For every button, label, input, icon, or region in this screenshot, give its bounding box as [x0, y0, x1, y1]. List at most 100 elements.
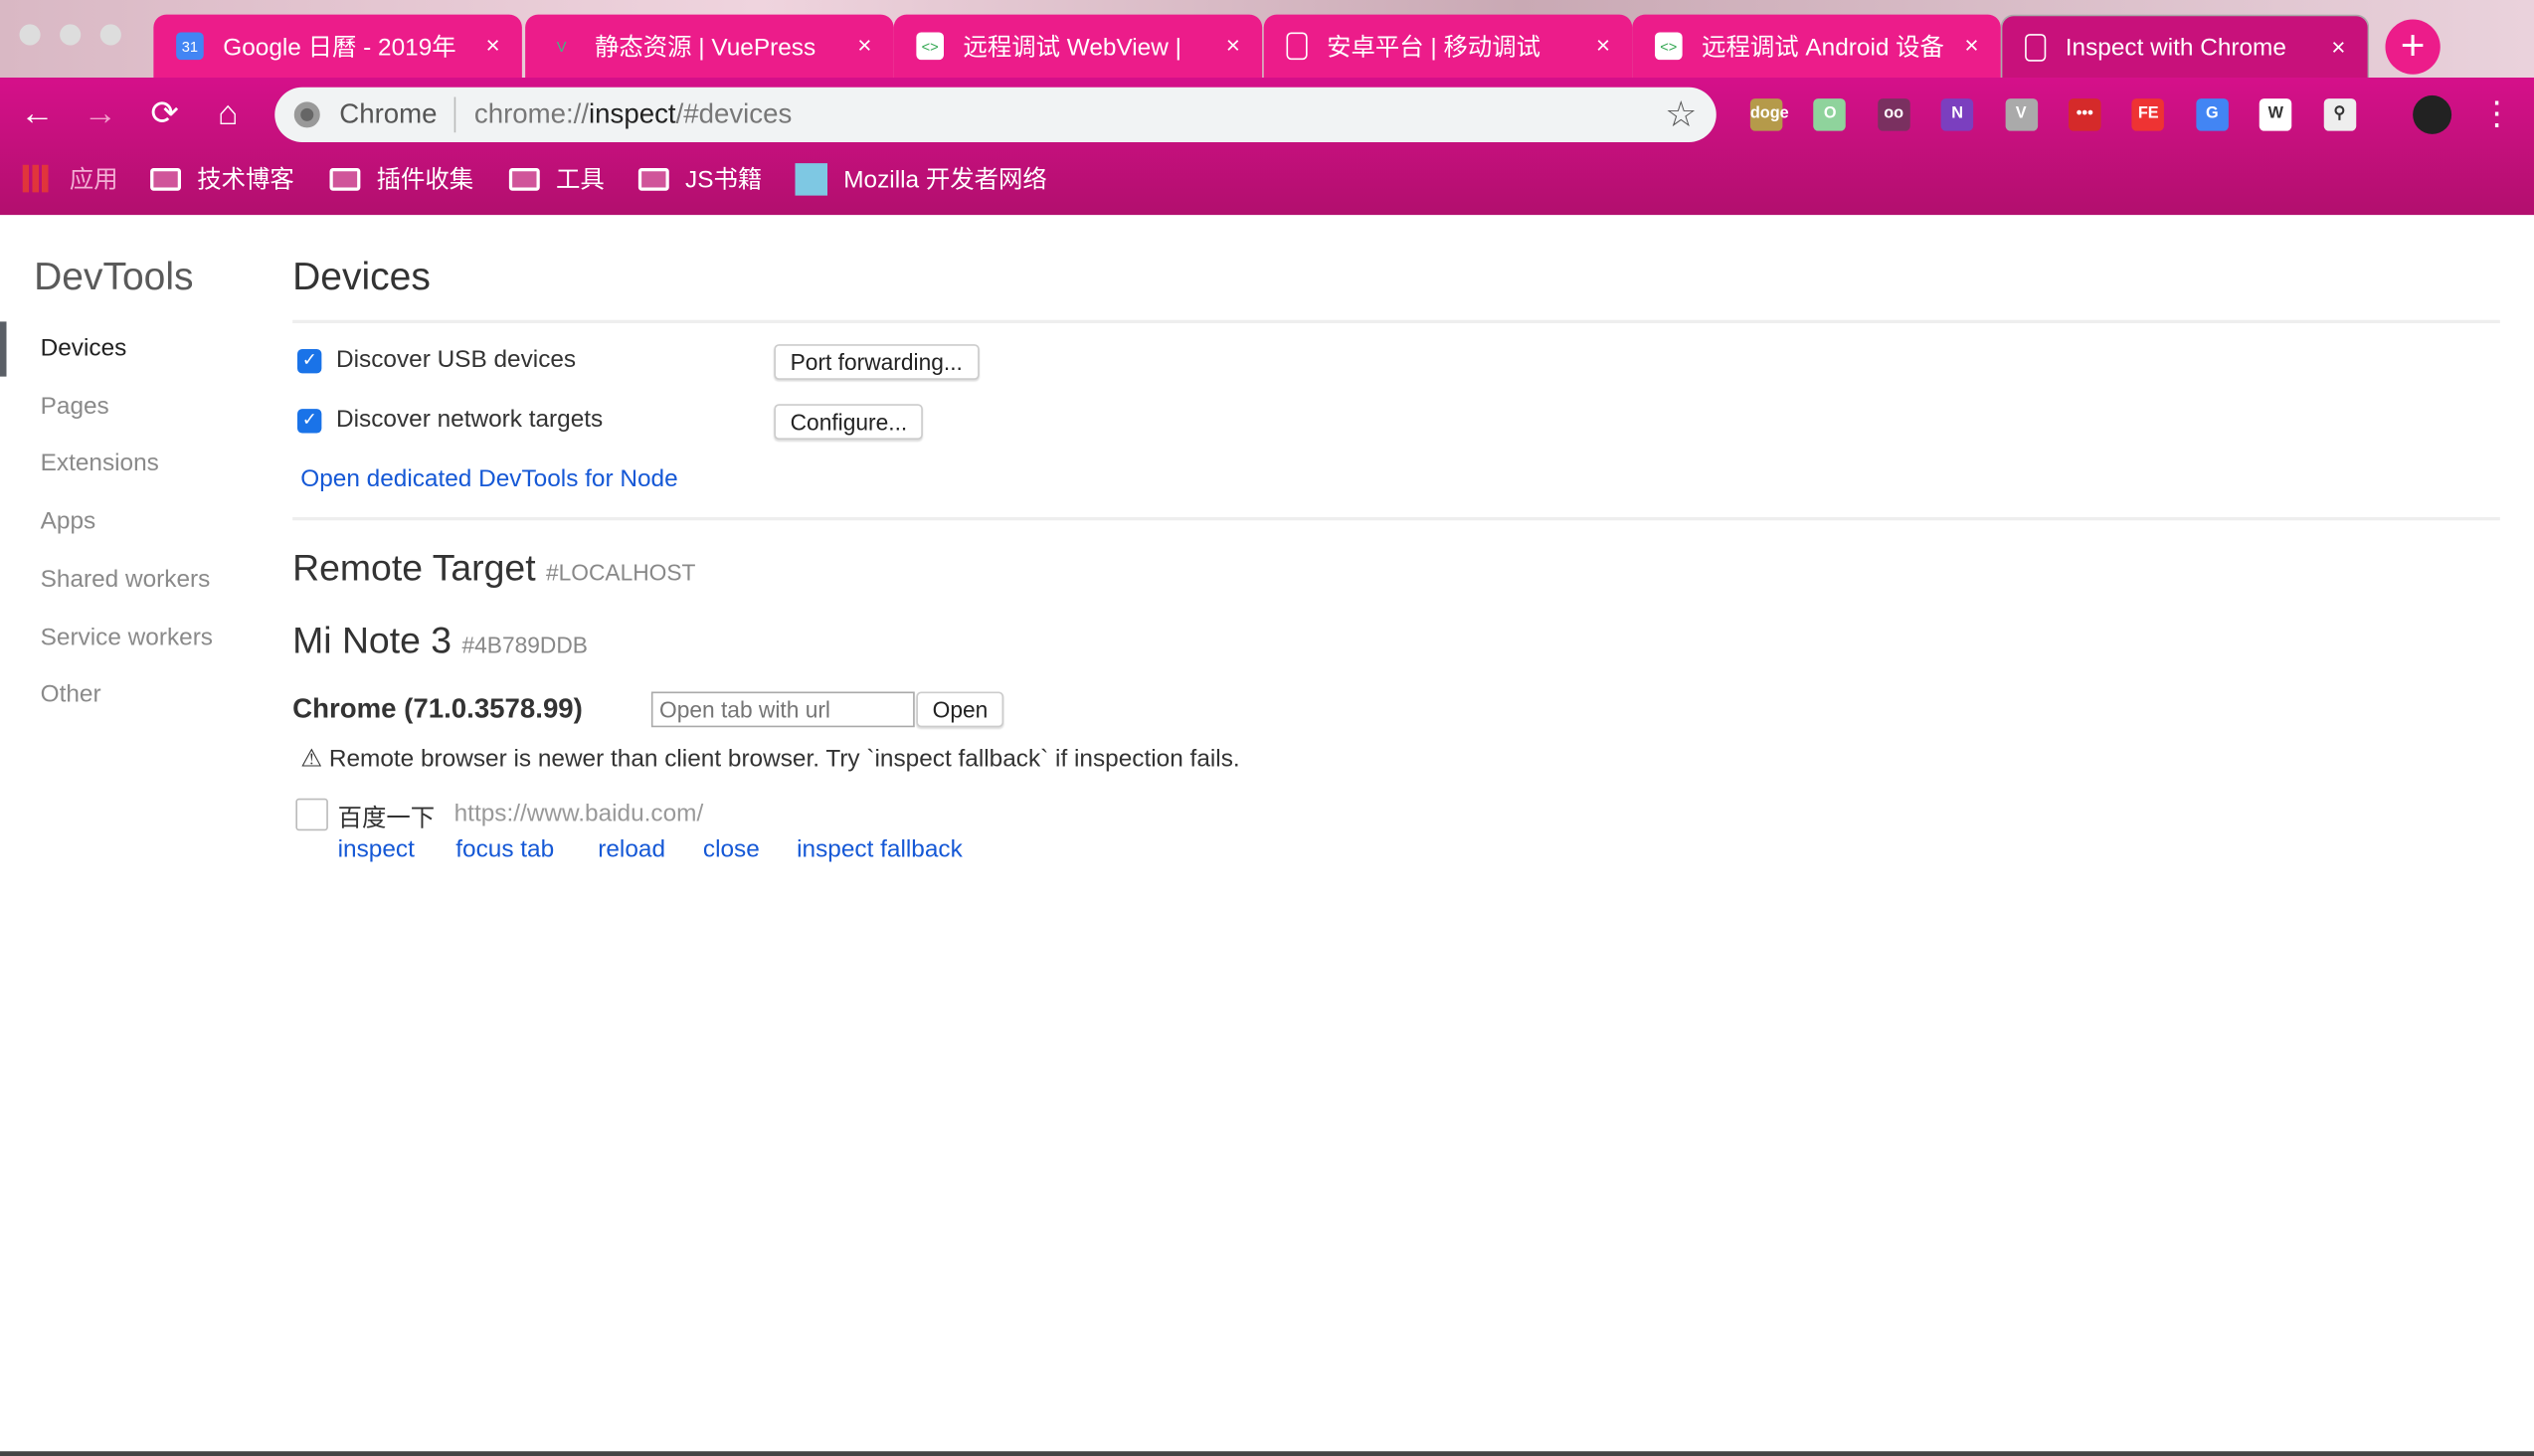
- tab-title: 静态资源 | VuePress: [595, 34, 816, 62]
- bookmark-label: 应用: [69, 166, 118, 194]
- page-thumbnail: [295, 798, 328, 831]
- divider: [292, 517, 2500, 521]
- extension-icon-9[interactable]: ⚲: [2323, 98, 2356, 131]
- sidebar-item-apps[interactable]: Apps: [41, 507, 96, 535]
- bookmark-label: 技术博客: [197, 166, 294, 194]
- tab-close-icon[interactable]: ×: [851, 33, 877, 61]
- chrome-site-icon: [293, 101, 320, 128]
- page-action-inspect-fallback[interactable]: inspect fallback: [797, 835, 963, 863]
- discover-usb-label: Discover USB devices: [336, 345, 577, 374]
- page-action-inspect[interactable]: inspect: [338, 835, 415, 863]
- bookmark-1[interactable]: 技术博客: [150, 162, 294, 196]
- selected-indicator: [0, 321, 7, 377]
- port-forwarding-button[interactable]: Port forwarding...: [774, 344, 980, 380]
- home-button[interactable]: ⌂: [207, 93, 249, 135]
- profile-avatar[interactable]: [2413, 94, 2452, 134]
- tab-close-icon[interactable]: ×: [1220, 33, 1246, 61]
- forward-button[interactable]: →: [80, 93, 121, 135]
- extension-icon-8[interactable]: W: [2260, 98, 2292, 131]
- device-name: Mi Note 3: [292, 619, 452, 661]
- reload-button[interactable]: ⟳: [144, 93, 186, 135]
- discover-usb-checkbox[interactable]: ✓: [297, 349, 322, 374]
- sidebar-item-devices[interactable]: Devices: [41, 334, 127, 362]
- bookmark-0[interactable]: 应用: [22, 162, 118, 196]
- chrome-devtools-icon: <>: [1655, 32, 1683, 61]
- discover-network-checkbox[interactable]: ✓: [297, 409, 322, 434]
- new-tab-button[interactable]: +: [2385, 19, 2441, 75]
- omnibox-separator: [454, 96, 457, 133]
- omnibox[interactable]: Chrome chrome://inspect/#devices ☆: [274, 87, 1717, 142]
- open-tab-url-input[interactable]: [650, 691, 915, 728]
- mdn-icon: [795, 162, 827, 195]
- tab-2[interactable]: <> 远程调试 WebView | ×: [893, 14, 1263, 78]
- tab-close-icon[interactable]: ×: [2325, 33, 2351, 61]
- page-icon: [2025, 33, 2047, 61]
- version-warning: ⚠ Remote browser is newer than client br…: [300, 745, 1240, 773]
- tab-title: 远程调试 Android 设备: [1702, 34, 1944, 62]
- bookmark-star-icon[interactable]: ☆: [1665, 93, 1697, 135]
- bookmark-label: 工具: [556, 166, 605, 194]
- menu-button[interactable]: ⋮: [2476, 93, 2518, 135]
- remote-target-title: Remote Target: [292, 546, 536, 589]
- page-action-focus-tab[interactable]: focus tab: [455, 835, 554, 863]
- calendar-icon: 31: [176, 32, 204, 61]
- extension-icon-7[interactable]: G: [2196, 98, 2229, 131]
- bookmark-label: JS书籍: [685, 166, 763, 194]
- extension-icon-4[interactable]: V: [2004, 98, 2038, 131]
- extension-icon-0[interactable]: doge: [1749, 98, 1789, 131]
- bookmark-3[interactable]: 工具: [508, 162, 605, 196]
- tab-0[interactable]: 31 Google 日曆 - 2019年 ×: [153, 14, 522, 78]
- page-url: https://www.baidu.com/: [453, 800, 704, 827]
- tab-title: 安卓平台 | 移动调试: [1327, 34, 1541, 62]
- extension-icon-5[interactable]: •••: [2069, 98, 2101, 131]
- extension-icon-6[interactable]: FE: [2132, 98, 2165, 131]
- tab-title: Inspect with Chrome: [2065, 33, 2286, 61]
- divider: [292, 319, 2500, 323]
- vue-icon: V: [556, 38, 567, 55]
- page-action-close[interactable]: close: [703, 835, 760, 863]
- bookmark-2[interactable]: 插件收集: [329, 162, 473, 196]
- configure-button[interactable]: Configure...: [774, 404, 924, 440]
- open-button[interactable]: Open: [916, 691, 1004, 728]
- bookmark-4[interactable]: JS书籍: [637, 162, 763, 196]
- dock-edge: [0, 1451, 2534, 1456]
- discover-network-label: Discover network targets: [336, 405, 604, 434]
- url-prefix: chrome://: [473, 98, 590, 129]
- tab-close-icon[interactable]: ×: [480, 33, 506, 61]
- browser-window: + ← → ⟳ ⌂ Chrome chrome://inspect/#devic…: [0, 0, 2534, 1456]
- page-action-reload[interactable]: reload: [598, 835, 665, 863]
- tab-close-icon[interactable]: ×: [1959, 33, 1985, 61]
- chrome-devtools-icon: <>: [916, 32, 944, 61]
- device-heading: Mi Note 3 #4B789DDB: [292, 619, 588, 662]
- bookmark-label: Mozilla 开发者网络: [843, 166, 1047, 194]
- minimize-window-button[interactable]: [60, 24, 82, 46]
- apps-grid-icon: [22, 164, 51, 193]
- tab-title: Google 日曆 - 2019年: [223, 34, 456, 62]
- folder-icon: [150, 167, 181, 190]
- back-button[interactable]: ←: [16, 93, 58, 135]
- node-devtools-link[interactable]: Open dedicated DevTools for Node: [300, 465, 677, 493]
- page-title-text: 百度一下: [337, 805, 436, 832]
- tab-4[interactable]: <> 远程调试 Android 设备 ×: [1632, 14, 2001, 78]
- tab-close-icon[interactable]: ×: [1590, 33, 1616, 61]
- maximize-window-button[interactable]: [99, 24, 121, 46]
- sidebar-item-service-workers[interactable]: Service workers: [41, 623, 213, 650]
- sidebar-item-shared-workers[interactable]: Shared workers: [41, 565, 211, 593]
- bookmark-5[interactable]: Mozilla 开发者网络: [795, 162, 1047, 196]
- close-window-button[interactable]: [19, 24, 41, 46]
- browser-version: Chrome (71.0.3578.99): [292, 693, 583, 724]
- tab-3[interactable]: 安卓平台 | 移动调试 ×: [1263, 14, 1633, 78]
- extension-icon-1[interactable]: O: [1813, 98, 1847, 131]
- url-host: inspect: [589, 98, 676, 129]
- tab-5[interactable]: Inspect with Chrome ×: [2000, 14, 2370, 78]
- tab-title: 远程调试 WebView |: [963, 34, 1181, 62]
- sidebar-item-pages[interactable]: Pages: [41, 392, 109, 420]
- page-icon: [1286, 32, 1308, 61]
- sidebar-item-other[interactable]: Other: [41, 680, 101, 708]
- extension-icon-2[interactable]: oo: [1877, 98, 1910, 131]
- sidebar-title: DevTools: [34, 255, 194, 299]
- url-rest: /#devices: [675, 98, 793, 129]
- sidebar-item-extensions[interactable]: Extensions: [41, 450, 159, 477]
- tab-1[interactable]: V 静态资源 | VuePress ×: [525, 14, 894, 78]
- extension-icon-3[interactable]: N: [1940, 98, 1974, 131]
